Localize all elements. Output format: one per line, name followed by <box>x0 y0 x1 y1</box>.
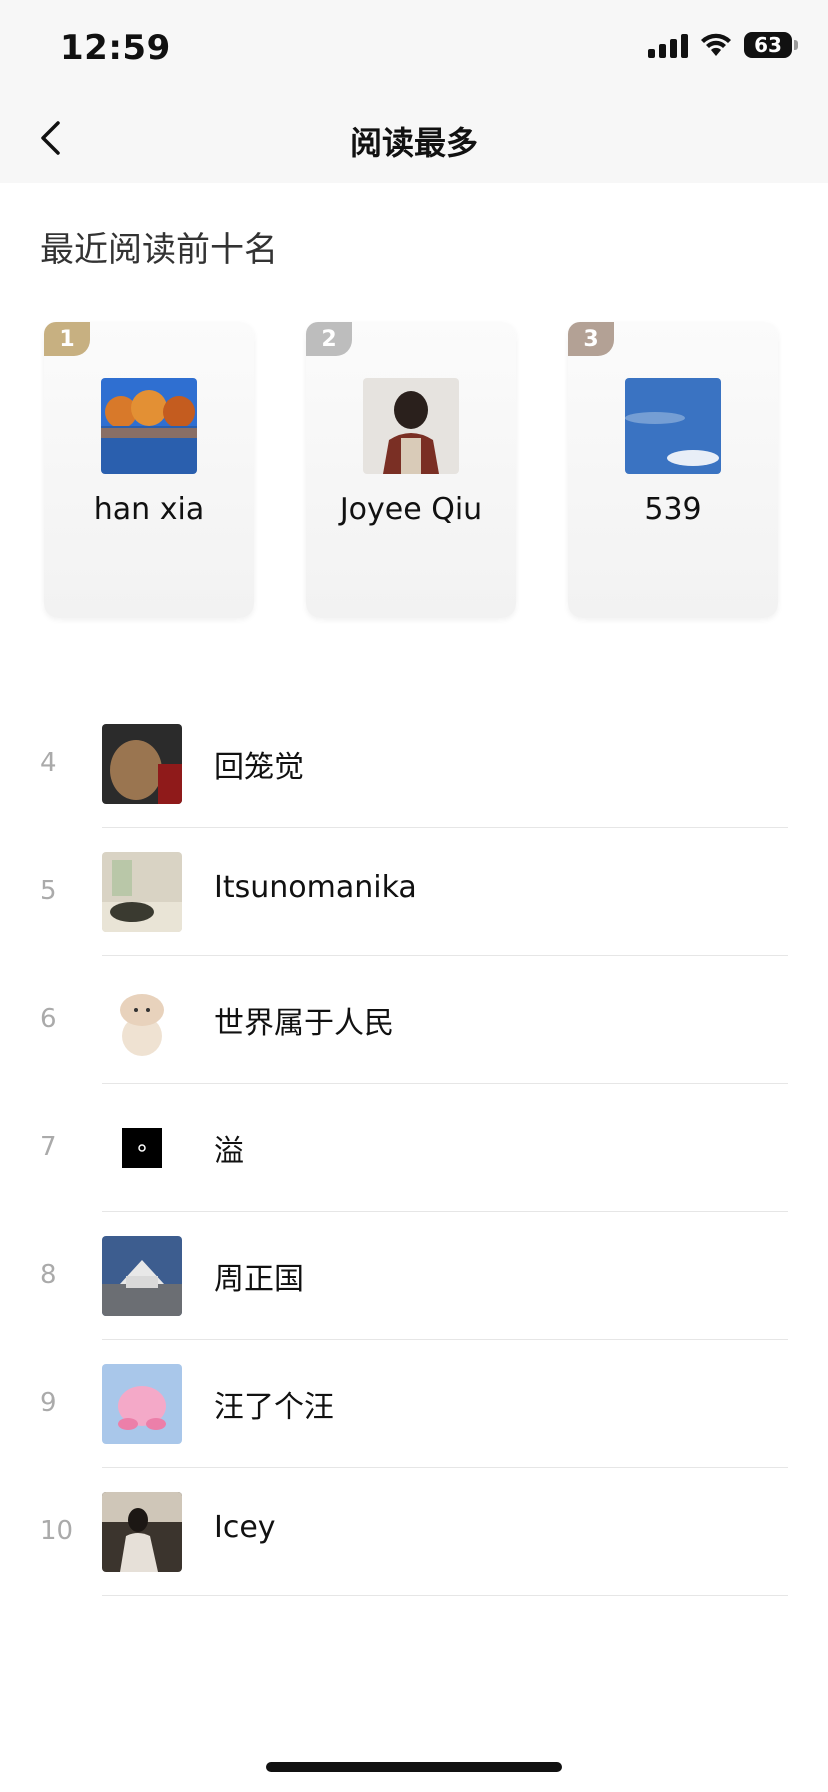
rank-badge: 2 <box>306 322 352 356</box>
rank-number: 10 <box>40 1516 74 1546</box>
top-card-2[interactable]: 2 Joyee Qiu <box>306 322 516 618</box>
rank-number: 9 <box>40 1388 57 1418</box>
avatar <box>625 378 721 474</box>
rank-badge: 3 <box>568 322 614 356</box>
list-item[interactable]: 7 溢 <box>0 1084 828 1212</box>
top-card-3[interactable]: 3 539 <box>568 322 778 618</box>
avatar <box>102 852 182 932</box>
top-three-cards: 1 han xia 2 Joyee Qiu 3 539 <box>44 322 778 618</box>
avatar <box>102 1492 182 1572</box>
avatar <box>102 980 182 1060</box>
card-name: 539 <box>644 492 702 527</box>
list-item[interactable]: 9 汪了个汪 <box>0 1340 828 1468</box>
avatar <box>102 724 182 804</box>
rank-number: 4 <box>40 748 57 778</box>
avatar <box>102 1108 182 1188</box>
section-title: 最近阅读前十名 <box>40 230 278 270</box>
battery-level: 63 <box>754 33 782 57</box>
card-name: Joyee Qiu <box>339 492 483 527</box>
list-item[interactable]: 5 Itsunomanika <box>0 828 828 956</box>
user-name: 溢 <box>214 1134 244 1169</box>
user-name: 周正国 <box>214 1262 304 1297</box>
user-name: 汪了个汪 <box>214 1390 334 1425</box>
page: 12:59 63 阅读最多 最近阅读前十名 1 han xia 2 Joyee … <box>0 0 828 1792</box>
user-name: Itsunomanika <box>214 870 417 905</box>
battery-icon: 63 <box>744 32 798 58</box>
ranking-list: 4 回笼觉 5 Itsunomanika 6 世界属于人民 7 溢 8 周正国 … <box>0 700 828 1596</box>
top-card-1[interactable]: 1 han xia <box>44 322 254 618</box>
top-bar: 12:59 63 阅读最多 <box>0 0 828 183</box>
wifi-icon <box>700 32 732 58</box>
rank-badge: 1 <box>44 322 90 356</box>
cellular-signal-icon <box>648 32 688 58</box>
home-indicator[interactable] <box>266 1762 562 1772</box>
status-time: 12:59 <box>60 28 171 68</box>
avatar <box>363 378 459 474</box>
user-name: 回笼觉 <box>214 750 304 785</box>
status-icons: 63 <box>648 32 798 58</box>
list-item[interactable]: 8 周正国 <box>0 1212 828 1340</box>
card-name: han xia <box>93 492 205 527</box>
rank-number: 7 <box>40 1132 57 1162</box>
avatar <box>101 378 197 474</box>
user-name: Icey <box>214 1510 276 1545</box>
rank-number: 5 <box>40 876 57 906</box>
user-name: 世界属于人民 <box>214 1006 394 1041</box>
list-item[interactable]: 4 回笼觉 <box>0 700 828 828</box>
list-item[interactable]: 10 Icey <box>0 1468 828 1596</box>
rank-number: 6 <box>40 1004 57 1034</box>
avatar <box>102 1364 182 1444</box>
avatar <box>102 1236 182 1316</box>
divider <box>102 1595 788 1596</box>
page-title: 阅读最多 <box>349 124 478 162</box>
list-item[interactable]: 6 世界属于人民 <box>0 956 828 1084</box>
rank-number: 8 <box>40 1260 57 1290</box>
